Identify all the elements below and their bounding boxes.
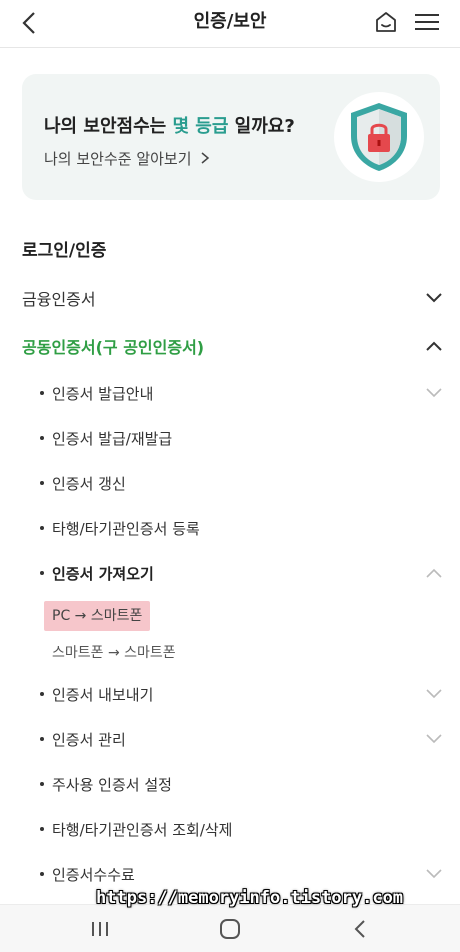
submenu-label: 인증서 갱신 bbox=[52, 475, 126, 493]
submenu-label: 타행/타기관인증서 등록 bbox=[52, 520, 200, 538]
hamburger-menu-button[interactable] bbox=[412, 8, 442, 36]
headline-prefix: 나의 보안점수는 bbox=[44, 116, 173, 137]
headline-accent: 몇 등급 bbox=[172, 116, 229, 137]
submenu-item-manage[interactable]: 인증서 관리 bbox=[0, 719, 460, 759]
bullet-dot bbox=[40, 526, 44, 530]
chevron-down-icon bbox=[426, 869, 442, 879]
shield-badge bbox=[334, 92, 424, 182]
import-option-label: PC → 스마트폰 bbox=[52, 608, 143, 624]
recent-apps-button[interactable] bbox=[86, 915, 114, 943]
bullet-dot bbox=[40, 872, 44, 876]
system-navigation-bar bbox=[0, 904, 460, 952]
chevron-up-icon bbox=[426, 568, 442, 578]
chevron-right-icon bbox=[201, 152, 210, 164]
submenu-item-export[interactable]: 인증서 내보내기 bbox=[0, 674, 460, 714]
security-level-link[interactable]: 나의 보안수준 알아보기 bbox=[44, 148, 210, 169]
headline-suffix: 일까요? bbox=[228, 116, 295, 137]
bullet-dot bbox=[40, 827, 44, 831]
top-header: 인증/보안 bbox=[0, 0, 460, 48]
recent-apps-icon bbox=[92, 922, 108, 936]
submenu-label: 인증서 관리 bbox=[52, 731, 126, 749]
bullet-dot bbox=[40, 782, 44, 786]
hamburger-menu-icon bbox=[415, 14, 439, 30]
chevron-down-icon bbox=[426, 388, 442, 398]
import-option-label: 스마트폰 → 스마트폰 bbox=[52, 645, 176, 661]
import-option-phone-to-phone[interactable]: 스마트폰 → 스마트폰 bbox=[44, 638, 184, 668]
bullet-dot bbox=[40, 692, 44, 696]
menu-item-joint-certificate[interactable]: 공동인증서(구 공인인증서) bbox=[0, 326, 460, 366]
submenu-item-primary-setting[interactable]: 주사용 인증서 설정 bbox=[0, 764, 460, 804]
bullet-dot bbox=[40, 481, 44, 485]
menu-item-label: 금융인증서 bbox=[22, 290, 96, 309]
section-title: 로그인/인증 bbox=[22, 241, 107, 261]
chevron-down-icon bbox=[426, 293, 442, 303]
bullet-dot bbox=[40, 737, 44, 741]
submenu-label: 인증서수수료 bbox=[52, 866, 135, 884]
import-option-pc-to-phone[interactable]: PC → 스마트폰 bbox=[44, 601, 151, 631]
bullet-dot bbox=[40, 571, 44, 575]
chevron-up-icon bbox=[426, 341, 442, 351]
submenu-label: 인증서 내보내기 bbox=[52, 686, 154, 704]
back-icon bbox=[354, 920, 365, 938]
submenu-label: 타행/타기관인증서 조회/삭제 bbox=[52, 821, 233, 839]
banner-headline: 나의 보안점수는 몇 등급 일까요? bbox=[44, 112, 295, 138]
submenu-label: 인증서 발급/재발급 bbox=[52, 430, 173, 448]
chevron-down-icon bbox=[426, 689, 442, 699]
home-circle-icon bbox=[220, 919, 240, 939]
submenu-label: 인증서 발급안내 bbox=[52, 385, 154, 403]
submenu-item-import[interactable]: 인증서 가져오기 bbox=[0, 553, 460, 593]
submenu-item-renew[interactable]: 인증서 갱신 bbox=[0, 463, 460, 503]
system-back-button[interactable] bbox=[346, 915, 374, 943]
bullet-dot bbox=[40, 436, 44, 440]
security-level-link-label: 나의 보안수준 알아보기 bbox=[44, 150, 192, 168]
bullet-dot bbox=[40, 391, 44, 395]
home-button[interactable] bbox=[372, 8, 400, 36]
submenu-item-issue-reissue[interactable]: 인증서 발급/재발급 bbox=[0, 418, 460, 458]
submenu-item-issue-guide[interactable]: 인증서 발급안내 bbox=[0, 373, 460, 413]
home-icon bbox=[376, 12, 396, 32]
submenu-label: 주사용 인증서 설정 bbox=[52, 776, 172, 794]
submenu-item-other-bank-view-delete[interactable]: 타행/타기관인증서 조회/삭제 bbox=[0, 809, 460, 849]
submenu-label: 인증서 가져오기 bbox=[52, 565, 154, 583]
submenu-item-register-other-bank[interactable]: 타행/타기관인증서 등록 bbox=[0, 508, 460, 548]
chevron-down-icon bbox=[426, 734, 442, 744]
shield-lock-icon bbox=[351, 103, 407, 171]
menu-item-financial-certificate[interactable]: 금융인증서 bbox=[0, 278, 460, 318]
watermark-text: https://memoryinfo.tistory.com bbox=[96, 888, 404, 908]
security-score-banner[interactable]: 나의 보안점수는 몇 등급 일까요? 나의 보안수준 알아보기 bbox=[22, 74, 440, 200]
system-home-button[interactable] bbox=[216, 915, 244, 943]
menu-item-label: 공동인증서(구 공인인증서) bbox=[22, 338, 205, 357]
